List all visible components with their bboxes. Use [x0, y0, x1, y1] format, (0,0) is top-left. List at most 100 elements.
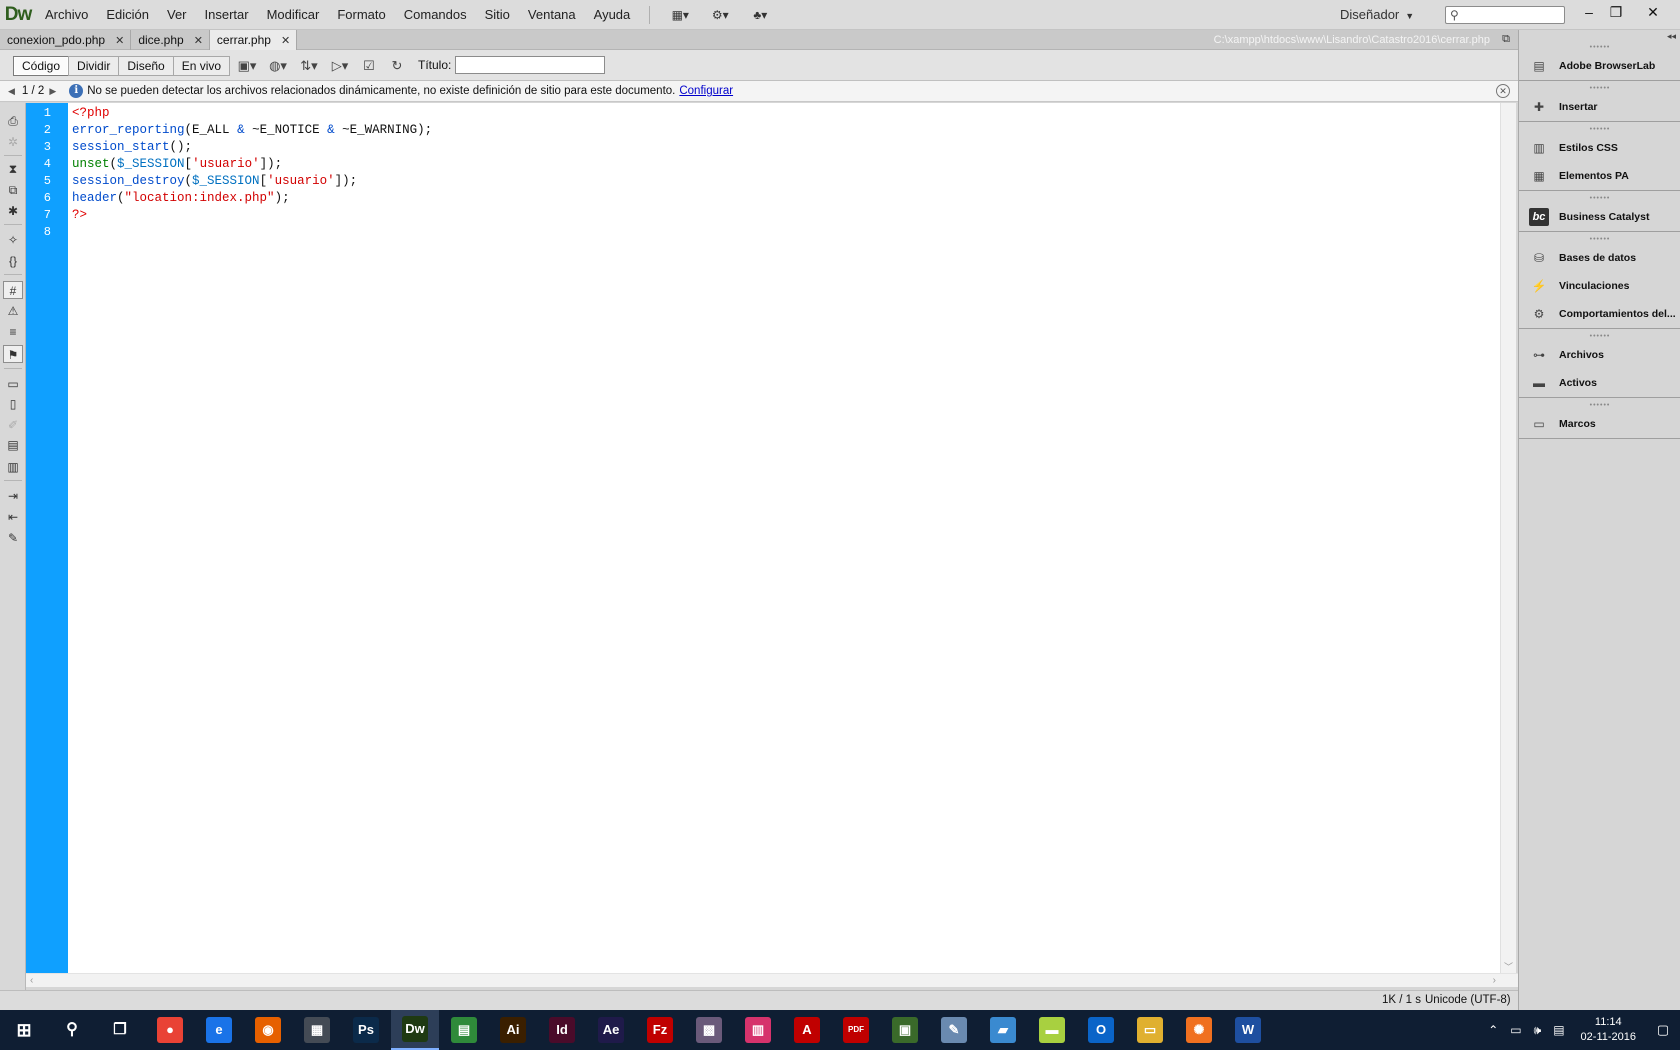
- panel-insertar[interactable]: ✚ Insertar: [1519, 93, 1680, 121]
- taskbar-chrome[interactable]: ●: [146, 1010, 194, 1050]
- drag-grip-icon[interactable]: ••••••: [1519, 85, 1680, 93]
- help-search-input[interactable]: ⚲: [1445, 6, 1565, 24]
- site-menu-icon[interactable]: ♣▾: [740, 5, 780, 25]
- workspace-switcher[interactable]: Diseñador ▼: [1340, 0, 1414, 30]
- balance-braces-icon[interactable]: {}: [3, 252, 23, 270]
- drag-grip-icon[interactable]: ••••••: [1519, 236, 1680, 244]
- check-page-icon[interactable]: ☑: [356, 56, 382, 76]
- menu-comandos[interactable]: Comandos: [395, 0, 476, 30]
- previous-icon[interactable]: ◀: [0, 86, 19, 97]
- vertical-scrollbar[interactable]: ﹀: [1500, 103, 1516, 973]
- network-icon[interactable]: ▭: [1504, 1023, 1527, 1037]
- panel-bases-de-datos[interactable]: ⛁ Bases de datos: [1519, 244, 1680, 272]
- code-view-button[interactable]: Código: [13, 56, 70, 76]
- taskbar-firefox[interactable]: ◉: [244, 1010, 292, 1050]
- menu-insertar[interactable]: Insertar: [196, 0, 258, 30]
- taskbar-folder-app[interactable]: ▬: [1028, 1010, 1076, 1050]
- taskbar-after-effects[interactable]: Ae: [587, 1010, 635, 1050]
- taskbar-xampp[interactable]: ✺: [1175, 1010, 1223, 1050]
- close-infobar-icon[interactable]: ✕: [1496, 84, 1510, 98]
- refresh-icon[interactable]: ↻: [384, 56, 410, 76]
- taskbar-acrobat[interactable]: A: [783, 1010, 831, 1050]
- validate-icon[interactable]: ▷▾: [327, 56, 353, 76]
- format-source-icon[interactable]: ✎: [3, 529, 23, 547]
- configure-link[interactable]: Configurar: [679, 85, 733, 97]
- code-line[interactable]: <?php: [72, 105, 110, 122]
- tab-dice[interactable]: dice.php ✕: [131, 30, 210, 50]
- minimize-button[interactable]: ‒: [1576, 2, 1602, 22]
- tab-cerrar[interactable]: cerrar.php ✕: [209, 30, 298, 50]
- move-css-icon[interactable]: ▥: [3, 458, 23, 476]
- taskbar-notes-app[interactable]: ▰: [979, 1010, 1027, 1050]
- panel-adobe-browserlab[interactable]: ▤ Adobe BrowserLab: [1519, 52, 1680, 80]
- volume-icon[interactable]: 🕪: [1528, 1023, 1548, 1038]
- panel-elementos-pa[interactable]: ▦ Elementos PA: [1519, 162, 1680, 190]
- action-center-icon[interactable]: ▢: [1646, 1022, 1680, 1038]
- taskbar-illustrator[interactable]: Ai: [489, 1010, 537, 1050]
- recent-snippets-icon[interactable]: ▤: [3, 436, 23, 454]
- taskbar-file-explorer[interactable]: ▭: [1126, 1010, 1174, 1050]
- panel-comportamientos-del[interactable]: ⚙ Comportamientos del...: [1519, 300, 1680, 328]
- code-editor[interactable]: 1 2 3 4 5 6 7 8 <?php error_reporting(E_A…: [26, 103, 1515, 973]
- wrap-tag-icon[interactable]: ✐: [3, 416, 23, 434]
- code-line[interactable]: session_start();: [72, 139, 192, 156]
- live-view-button[interactable]: En vivo: [172, 56, 231, 76]
- layout-menu-icon[interactable]: ▦▾: [660, 5, 700, 25]
- next-icon[interactable]: ▶: [47, 86, 60, 97]
- expand-all-icon[interactable]: ✱: [3, 202, 23, 220]
- design-view-button[interactable]: Diseño: [118, 56, 174, 76]
- panel-business-catalyst[interactable]: bc Business Catalyst: [1519, 203, 1680, 231]
- taskbar-outlook[interactable]: O: [1077, 1010, 1125, 1050]
- close-tab-icon[interactable]: ✕: [115, 34, 124, 47]
- taskbar-pdf-app[interactable]: PDF: [832, 1010, 880, 1050]
- collapse-tag-icon[interactable]: ⧗: [3, 160, 23, 178]
- horizontal-scrollbar[interactable]: ‹ ›: [26, 973, 1518, 987]
- panel-marcos[interactable]: ▭ Marcos: [1519, 410, 1680, 438]
- taskbar-pixel-app[interactable]: ▩: [685, 1010, 733, 1050]
- start-button[interactable]: ⊞: [0, 1010, 48, 1050]
- panel-estilos-css[interactable]: ▥ Estilos CSS: [1519, 134, 1680, 162]
- taskbar-dreamweaver[interactable]: Dw: [391, 1010, 439, 1050]
- drag-grip-icon[interactable]: ••••••: [1519, 333, 1680, 341]
- collapse-panels-icon[interactable]: ◂◂: [1667, 31, 1676, 42]
- panel-vinculaciones[interactable]: ⚡ Vinculaciones: [1519, 272, 1680, 300]
- indent-code-icon[interactable]: ⇥: [3, 487, 23, 505]
- drag-grip-icon[interactable]: ••••••: [1519, 126, 1680, 134]
- select-parent-tag-icon[interactable]: ✧: [3, 231, 23, 249]
- show-code-navigator-icon[interactable]: ✲: [3, 133, 23, 151]
- close-tab-icon[interactable]: ✕: [194, 34, 203, 47]
- taskbar-green-app[interactable]: ▤: [440, 1010, 488, 1050]
- code-line[interactable]: error_reporting(E_ALL & ~E_NOTICE & ~E_W…: [72, 122, 432, 139]
- open-documents-icon[interactable]: ⎙: [3, 112, 23, 130]
- panel-activos[interactable]: ▬ Activos: [1519, 369, 1680, 397]
- taskbar-photoshop[interactable]: Ps: [342, 1010, 390, 1050]
- menu-ayuda[interactable]: Ayuda: [585, 0, 640, 30]
- keyboard-icon[interactable]: ▤: [1547, 1023, 1570, 1037]
- search-taskbar-button[interactable]: ⚲: [48, 1010, 96, 1050]
- menu-edicion[interactable]: Edición: [97, 0, 158, 30]
- file-management-icon[interactable]: ⇅▾: [296, 56, 322, 76]
- preview-browser-icon[interactable]: ◍▾: [265, 56, 291, 76]
- drag-grip-icon[interactable]: ••••••: [1519, 402, 1680, 410]
- document-title-input[interactable]: [455, 56, 605, 74]
- drag-grip-icon[interactable]: ••••••: [1519, 44, 1680, 52]
- collapse-selection-icon[interactable]: ⧉: [3, 181, 23, 199]
- tab-conexion-pdo[interactable]: conexion_pdo.php ✕: [0, 30, 132, 50]
- code-line[interactable]: ?>: [72, 207, 87, 224]
- restore-button[interactable]: ❐: [1603, 2, 1629, 22]
- extend-gear-icon[interactable]: ⚙▾: [700, 5, 740, 25]
- taskbar-pdf-editor[interactable]: ▥: [734, 1010, 782, 1050]
- apply-comment-icon[interactable]: ▭: [3, 375, 23, 393]
- code-line[interactable]: session_destroy($_SESSION['usuario']);: [72, 173, 357, 190]
- close-button[interactable]: ✕: [1640, 2, 1666, 22]
- taskbar-calculator[interactable]: ▦: [293, 1010, 341, 1050]
- highlight-invalid-code-icon[interactable]: ⚠: [3, 302, 23, 320]
- panel-archivos[interactable]: ⊶ Archivos: [1519, 341, 1680, 369]
- drag-grip-icon[interactable]: ••••••: [1519, 195, 1680, 203]
- taskbar-paint-app[interactable]: ✎: [930, 1010, 978, 1050]
- outdent-code-icon[interactable]: ⇤: [3, 508, 23, 526]
- task-view-button[interactable]: ❐: [96, 1010, 144, 1050]
- taskbar-filezilla[interactable]: Fz: [636, 1010, 684, 1050]
- show-hidden-icons-icon[interactable]: ⌃: [1482, 1023, 1504, 1037]
- scroll-down-icon[interactable]: ﹀: [1504, 960, 1513, 973]
